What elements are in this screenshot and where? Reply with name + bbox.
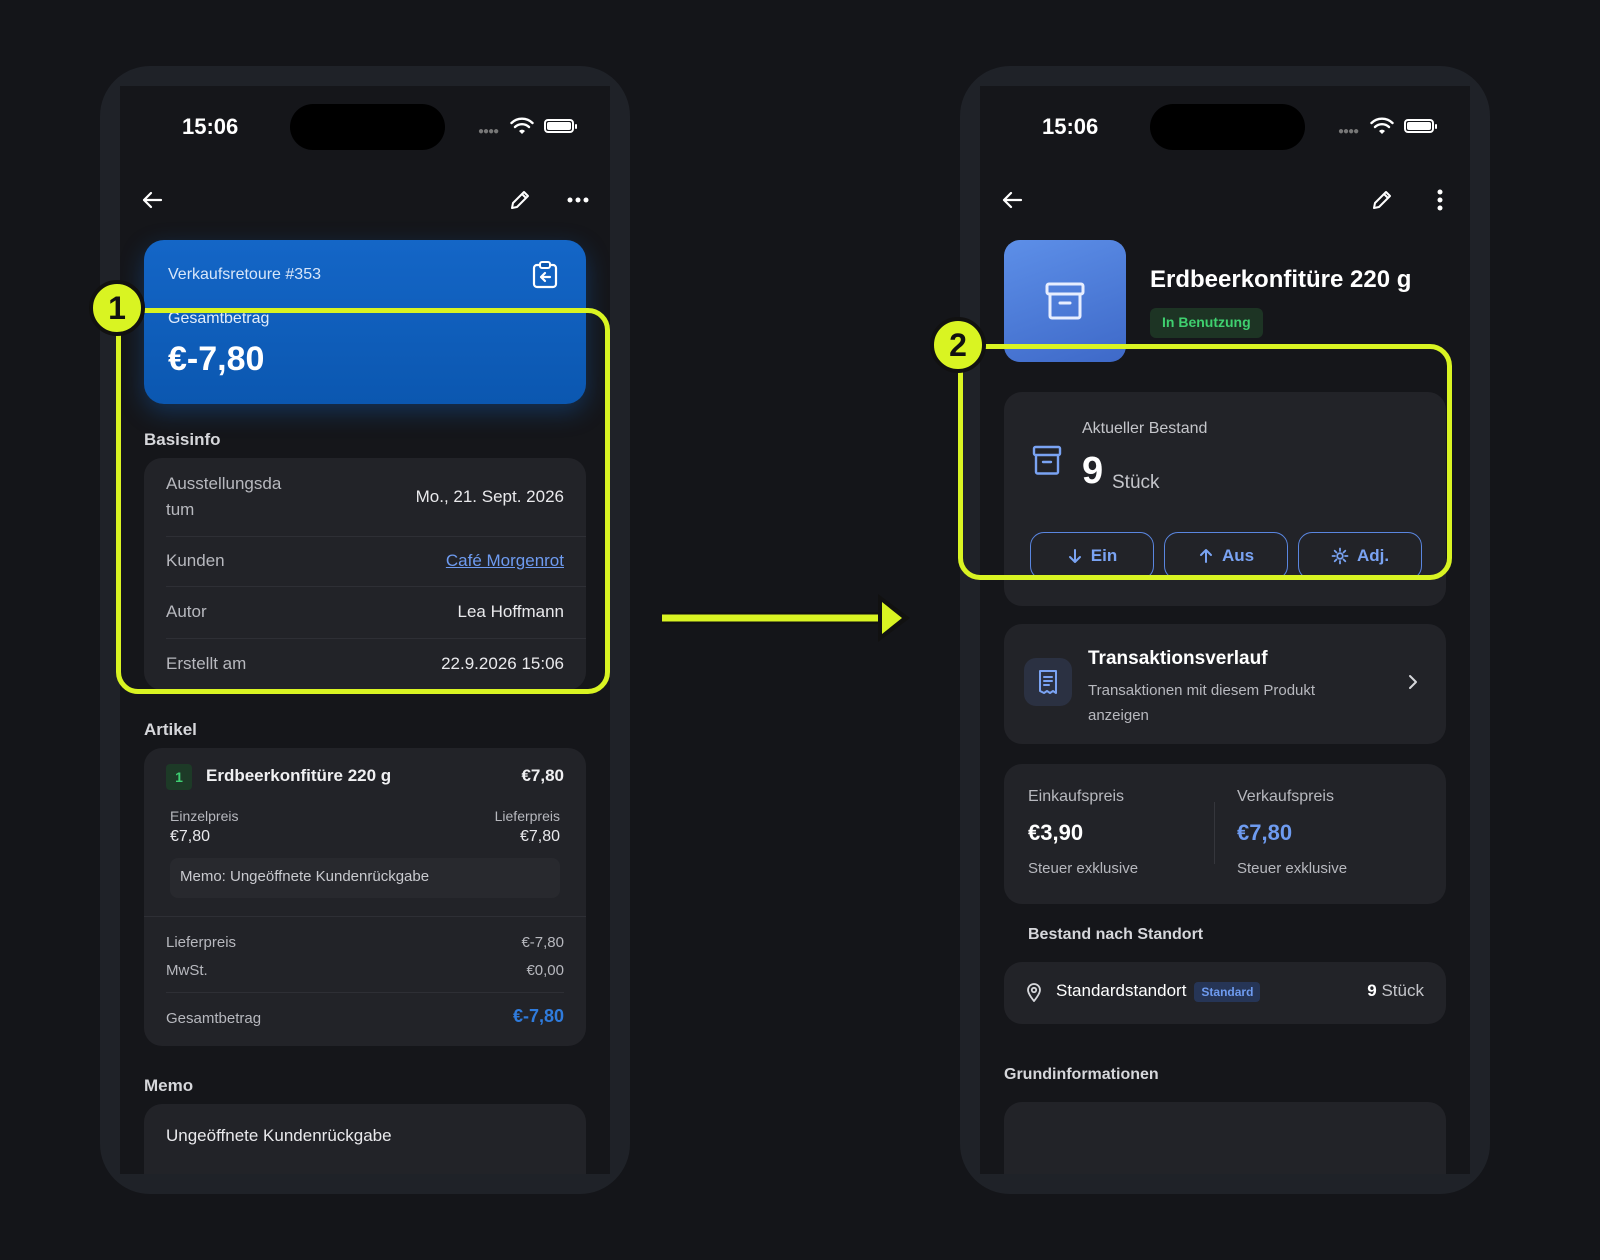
highlight-box-1	[116, 308, 610, 694]
signal-icon: ●●●●	[1338, 126, 1359, 137]
divider	[144, 916, 586, 917]
flow-arrow-icon	[662, 594, 910, 642]
wifi-icon	[1370, 117, 1394, 134]
basic-info-card	[1004, 1102, 1446, 1174]
delivery-price-label: Lieferpreis	[494, 808, 560, 824]
location-name-group: Standardstandort Standard	[1056, 981, 1261, 1002]
summary-lieferpreis-value: €-7,80	[521, 934, 564, 951]
memo-text: Ungeöffnete Kundenrückgabe	[166, 1126, 392, 1145]
purchase-price-note: Steuer exklusive	[1028, 860, 1139, 877]
location-name: Standardstandort	[1056, 981, 1187, 1000]
unit-price-value: €7,80	[170, 828, 211, 845]
status-bar: 15:06 ●●●●	[980, 86, 1470, 166]
callout-badge-2: 2	[930, 317, 986, 373]
status-time: 15:06	[1042, 114, 1099, 139]
section-title-locations: Bestand nach Standort	[1028, 926, 1204, 943]
divider	[166, 992, 564, 993]
more-horizontal-icon[interactable]	[560, 182, 596, 218]
return-title: Verkaufsretoure #353	[168, 266, 321, 283]
divider	[1214, 802, 1215, 864]
summary-mwst-label: MwSt.	[166, 962, 208, 979]
section-title-memo: Memo	[144, 1076, 194, 1095]
location-quantity-group: 9 Stück	[1367, 981, 1424, 1001]
artikel-card: 1 Erdbeerkonfitüre 220 g €7,80 Einzelpre…	[144, 748, 586, 1046]
unit-price-label: Einzelpreis	[170, 808, 239, 824]
memo-card: Ungeöffnete Kundenrückgabe	[144, 1104, 586, 1174]
section-title-basic-info: Grundinformationen	[1004, 1066, 1159, 1083]
transaction-title: Transaktionsverlauf	[1088, 648, 1268, 669]
wifi-icon	[510, 117, 534, 134]
dynamic-island	[290, 104, 445, 150]
price-card: Einkaufspreis €3,90 Steuer exklusive Ver…	[1004, 764, 1446, 904]
chevron-right-icon	[1409, 675, 1417, 689]
battery-icon	[1404, 119, 1437, 133]
edit-pencil-icon[interactable]	[502, 182, 538, 218]
summary-total-label: Gesamtbetrag	[166, 1010, 262, 1027]
dynamic-island	[1150, 104, 1305, 150]
callout-badge-1: 1	[89, 280, 145, 336]
transaction-subtitle: Transaktionen mit diesem Produkt anzeige…	[1088, 682, 1316, 724]
delivery-price-value: €7,80	[519, 828, 560, 845]
default-badge: Standard	[1194, 981, 1261, 1002]
sale-price-value: €7,80	[1237, 820, 1293, 845]
back-arrow-icon[interactable]	[134, 182, 170, 218]
status-time: 15:06	[182, 114, 239, 139]
archive-box-icon	[1045, 282, 1085, 320]
item-number-badge: 1	[166, 764, 192, 790]
summary-mwst-value: €0,00	[526, 962, 564, 979]
status-bar: 15:06 ●●●●	[120, 86, 610, 166]
sale-price-note: Steuer exklusive	[1237, 860, 1348, 877]
top-navbar	[120, 182, 610, 222]
battery-icon	[544, 119, 577, 133]
screen-product-detail: 15:06 ●●●● Erdbeerkonfitüre 220 g In Ben…	[980, 86, 1470, 1174]
status-badge: In Benutzung	[1150, 308, 1263, 338]
summary-total-value: €-7,80	[512, 1006, 564, 1026]
return-clipboard-icon	[532, 261, 558, 289]
more-vertical-icon[interactable]	[1422, 182, 1458, 218]
sale-price-col: Verkaufspreis €7,80 Steuer exklusive	[1237, 788, 1437, 877]
signal-icon: ●●●●	[478, 126, 499, 137]
summary-lieferpreis-label: Lieferpreis	[166, 934, 237, 951]
item-name[interactable]: Erdbeerkonfitüre 220 g	[206, 766, 391, 786]
receipt-icon	[1024, 658, 1072, 706]
location-row[interactable]: Standardstandort Standard 9 Stück	[1004, 962, 1446, 1024]
map-pin-icon	[1027, 983, 1041, 1002]
purchase-price-value: €3,90	[1028, 820, 1084, 845]
top-navbar	[980, 182, 1470, 222]
back-arrow-icon[interactable]	[994, 182, 1030, 218]
location-unit: Stück	[1381, 981, 1424, 1000]
edit-pencil-icon[interactable]	[1364, 182, 1400, 218]
item-memo: Memo: Ungeöffnete Kundenrückgabe	[170, 858, 560, 898]
sale-price-label: Verkaufspreis	[1237, 788, 1334, 805]
purchase-price-label: Einkaufspreis	[1028, 788, 1125, 805]
product-title: Erdbeerkonfitüre 220 g	[1150, 266, 1412, 293]
purchase-price-col: Einkaufspreis €3,90 Steuer exklusive	[1028, 788, 1228, 877]
section-title-artikel: Artikel	[144, 720, 197, 739]
location-quantity: 9	[1367, 981, 1377, 1000]
phone-frame-right: 15:06 ●●●● Erdbeerkonfitüre 220 g In Ben…	[960, 66, 1490, 1194]
item-price: €7,80	[521, 766, 564, 785]
transaction-history-card[interactable]: Transaktionsverlauf Transaktionen mit di…	[1004, 624, 1446, 744]
highlight-box-2	[958, 344, 1452, 580]
